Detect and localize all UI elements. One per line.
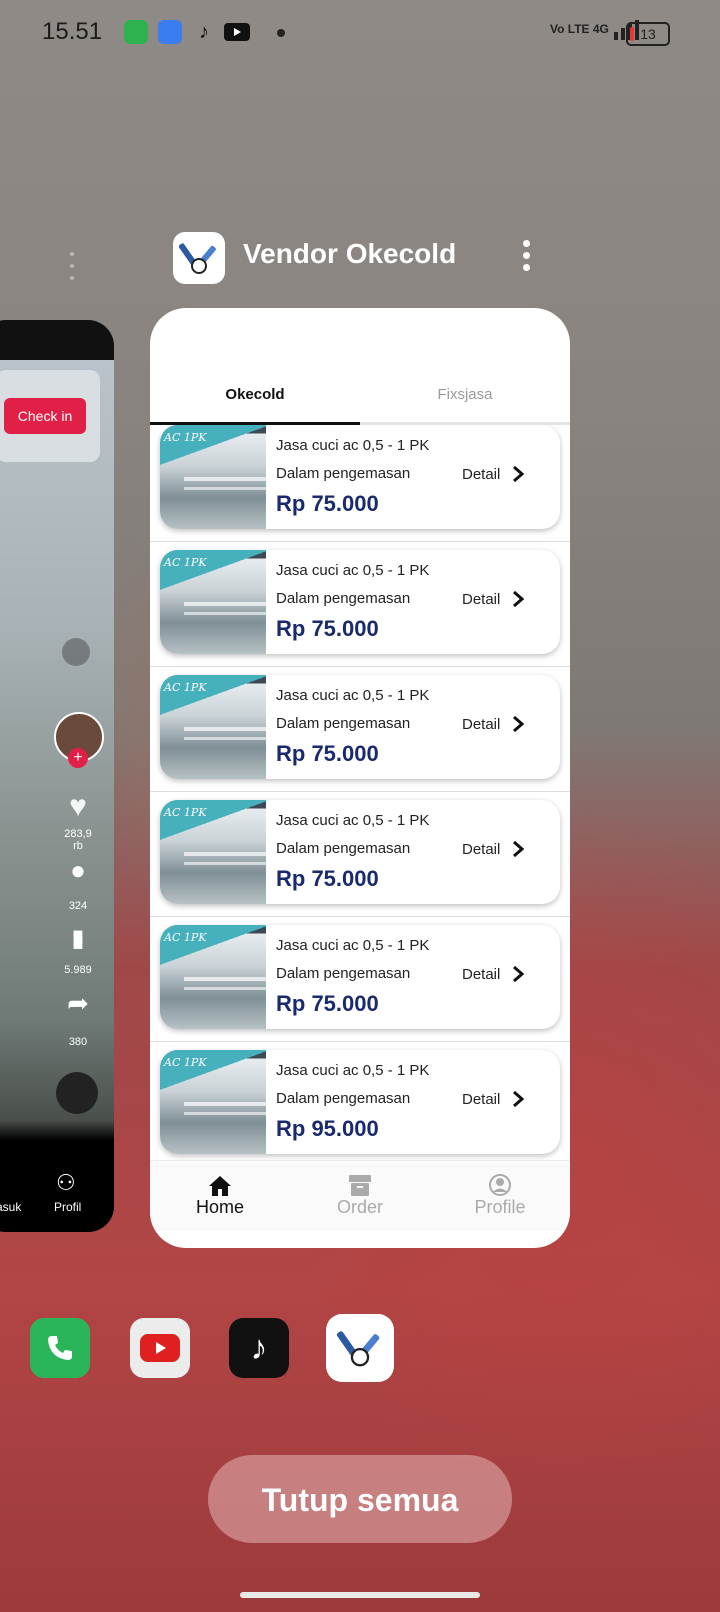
ac-thumbnail: AC 1PK bbox=[160, 425, 266, 529]
chevron-right-icon bbox=[513, 465, 525, 483]
ac-thumbnail: AC 1PK bbox=[160, 550, 266, 654]
bottom-navigation: Home Order Profile bbox=[150, 1160, 570, 1231]
list-item[interactable]: AC 1PK Jasa cuci ac 0,5 - 1 PK Dalam pen… bbox=[160, 425, 560, 529]
flag-icon bbox=[62, 638, 90, 666]
detail-button[interactable]: Detail bbox=[462, 965, 525, 983]
comments-count: 324 bbox=[68, 900, 88, 912]
divider bbox=[150, 1041, 570, 1042]
list-item[interactable]: AC 1PK Jasa cuci ac 0,5 - 1 PK Dalam pen… bbox=[160, 550, 560, 654]
phone-icon[interactable] bbox=[30, 1318, 90, 1378]
shopping-app-notification-icon bbox=[124, 20, 148, 44]
item-name: Jasa cuci ac 0,5 - 1 PK bbox=[276, 562, 430, 579]
detail-button[interactable]: Detail bbox=[462, 840, 525, 858]
clock: 15.51 bbox=[42, 18, 103, 45]
detail-button[interactable]: Detail bbox=[462, 590, 525, 608]
app-title: Vendor Okecold bbox=[243, 238, 457, 269]
account-circle-icon bbox=[489, 1174, 511, 1196]
item-price: Rp 75.000 bbox=[276, 991, 379, 1016]
item-name: Jasa cuci ac 0,5 - 1 PK bbox=[276, 812, 430, 829]
nav-home[interactable]: Home bbox=[150, 1169, 290, 1218]
detail-button[interactable]: Detail bbox=[462, 715, 525, 733]
recent-app-card-vendor-okecold[interactable]: Okecold Fixsjasa AC 1PK Jasa cuci ac 0,5… bbox=[150, 308, 570, 1248]
item-status: Dalam pengemasan bbox=[276, 965, 411, 982]
chevron-right-icon bbox=[513, 590, 525, 608]
list-item[interactable]: AC 1PK Jasa cuci ac 0,5 - 1 PK Dalam pen… bbox=[160, 675, 560, 779]
more-notifications-dot bbox=[277, 29, 285, 37]
box-icon bbox=[349, 1175, 371, 1196]
item-status: Dalam pengemasan bbox=[276, 590, 411, 607]
chevron-right-icon bbox=[513, 965, 525, 983]
ac-thumbnail: AC 1PK bbox=[160, 675, 266, 779]
divider bbox=[150, 666, 570, 667]
likes-count: 283,9 rb bbox=[64, 828, 92, 852]
item-price: Rp 75.000 bbox=[276, 491, 379, 516]
vendor-okecold-icon[interactable] bbox=[326, 1314, 394, 1382]
music-disc-icon bbox=[56, 1072, 98, 1114]
item-status: Dalam pengemasan bbox=[276, 840, 411, 857]
item-price: Rp 75.000 bbox=[276, 616, 379, 641]
order-list[interactable]: AC 1PK Jasa cuci ac 0,5 - 1 PK Dalam pen… bbox=[150, 425, 570, 1160]
ac-thumbnail: AC 1PK bbox=[160, 1050, 266, 1154]
nav-order[interactable]: Order bbox=[290, 1169, 430, 1218]
tab-fixsjasa[interactable]: Fixsjasa bbox=[360, 370, 570, 422]
nav-profile[interactable]: Profile bbox=[430, 1169, 570, 1218]
item-status: Dalam pengemasan bbox=[276, 465, 411, 482]
divider bbox=[150, 791, 570, 792]
tiktok-bottom-nav: Masuk ⚇ Profil bbox=[0, 1156, 114, 1232]
ac-thumbnail: AC 1PK bbox=[160, 925, 266, 1029]
list-item[interactable]: AC 1PK Jasa cuci ac 0,5 - 1 PK Dalam pen… bbox=[160, 800, 560, 904]
comment-icon: ● bbox=[70, 855, 86, 885]
item-name: Jasa cuci ac 0,5 - 1 PK bbox=[276, 437, 430, 454]
tiktok-notification-icon: ♪ bbox=[199, 21, 209, 43]
shares-count: 380 bbox=[68, 1036, 88, 1048]
divider bbox=[150, 916, 570, 917]
left-card-kebab-icon bbox=[70, 252, 74, 284]
tab-okecold[interactable]: Okecold bbox=[150, 370, 360, 425]
item-name: Jasa cuci ac 0,5 - 1 PK bbox=[276, 937, 430, 954]
profile-icon: ⚇ bbox=[56, 1170, 76, 1195]
item-price: Rp 95.000 bbox=[276, 1116, 379, 1141]
detail-button[interactable]: Detail bbox=[462, 1090, 525, 1108]
item-status: Dalam pengemasan bbox=[276, 715, 411, 732]
detail-button[interactable]: Detail bbox=[462, 465, 525, 483]
youtube-icon[interactable] bbox=[130, 1318, 190, 1378]
bookmark-icon: ▮ bbox=[71, 925, 85, 952]
home-indicator[interactable] bbox=[240, 1592, 480, 1598]
vendor-okecold-app-icon bbox=[173, 232, 225, 284]
ac-thumbnail: AC 1PK bbox=[160, 800, 266, 904]
chevron-right-icon bbox=[513, 840, 525, 858]
item-price: Rp 75.000 bbox=[276, 866, 379, 891]
item-name: Jasa cuci ac 0,5 - 1 PK bbox=[276, 1062, 430, 1079]
more-options-icon[interactable] bbox=[516, 240, 536, 276]
chevron-right-icon bbox=[513, 715, 525, 733]
tiktok-icon[interactable]: ♪ bbox=[229, 1318, 289, 1378]
heart-icon: ♥ bbox=[69, 790, 87, 823]
home-icon bbox=[209, 1176, 231, 1196]
checkin-button[interactable]: Check in bbox=[4, 398, 86, 434]
recent-app-card-tiktok[interactable]: Check in + ♥ 283,9 rb ● 324 ▮ 5.989 ➦ 38… bbox=[0, 320, 114, 1232]
item-price: Rp 75.000 bbox=[276, 741, 379, 766]
saves-count: 5.989 bbox=[64, 964, 92, 976]
share-icon: ➦ bbox=[67, 988, 89, 1018]
tab-bar: Okecold Fixsjasa bbox=[150, 370, 570, 425]
youtube-notification-icon bbox=[224, 23, 250, 41]
list-item[interactable]: AC 1PK Jasa cuci ac 0,5 - 1 PK Dalam pen… bbox=[160, 925, 560, 1029]
item-name: Jasa cuci ac 0,5 - 1 PK bbox=[276, 687, 430, 704]
close-all-button[interactable]: Tutup semua bbox=[208, 1455, 512, 1543]
follow-plus-icon: + bbox=[68, 748, 88, 768]
chevron-right-icon bbox=[513, 1090, 525, 1108]
divider bbox=[150, 541, 570, 542]
files-app-notification-icon bbox=[158, 20, 182, 44]
battery-indicator: 13 bbox=[626, 22, 670, 46]
item-status: Dalam pengemasan bbox=[276, 1090, 411, 1107]
status-bar: 15.51 ♪ Vo LTE 4G 13 bbox=[0, 0, 720, 64]
list-item[interactable]: AC 1PK Jasa cuci ac 0,5 - 1 PK Dalam pen… bbox=[160, 1050, 560, 1154]
